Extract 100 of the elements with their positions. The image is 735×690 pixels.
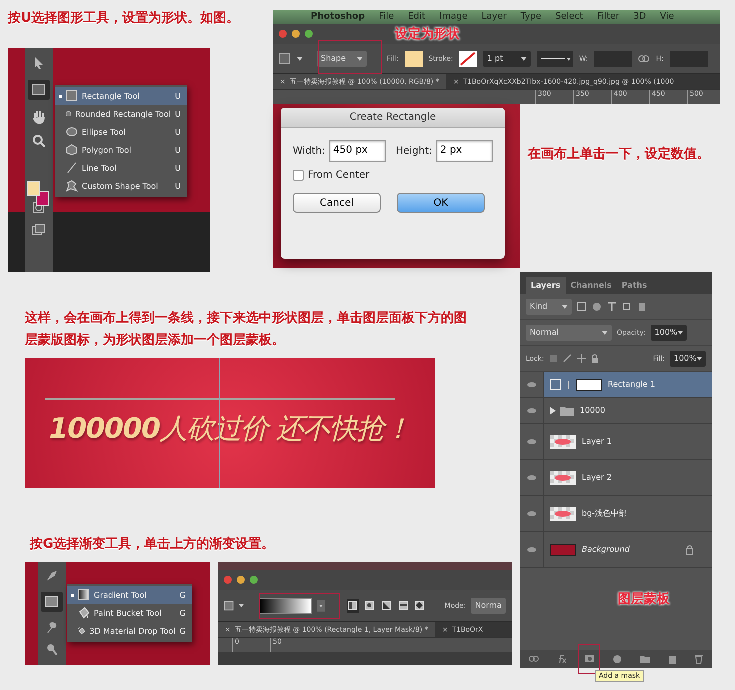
menu-item[interactable]: Edit (408, 10, 426, 24)
close-button[interactable] (224, 576, 232, 584)
hand-icon[interactable] (32, 110, 46, 124)
cancel-button[interactable]: Cancel (293, 193, 381, 213)
layer-row[interactable]: Layer 2 (520, 460, 712, 496)
tool-menu-item[interactable]: Rectangle Tool U (55, 87, 187, 105)
caret-icon (678, 330, 683, 334)
zoom-icon[interactable] (32, 134, 46, 148)
gradient-style-button[interactable] (414, 598, 426, 613)
panel-tab[interactable]: Layers (526, 277, 566, 294)
expand-arrow-icon[interactable] (550, 406, 556, 414)
type-filter-icon[interactable] (607, 302, 617, 312)
panel-tab[interactable]: Paths (616, 277, 652, 294)
tool-menu-item[interactable]: Gradient Tool G (67, 586, 192, 604)
tool-menu-item[interactable]: Polygon Tool U (55, 141, 187, 159)
new-layer-icon[interactable] (668, 654, 677, 664)
checkbox[interactable] (293, 170, 304, 181)
tool-menu-item[interactable]: Rounded Rectangle Tool U (55, 105, 187, 123)
folder-icon[interactable] (640, 655, 650, 663)
move-arrow-icon[interactable] (33, 56, 45, 70)
layer-row[interactable]: Background (520, 532, 712, 568)
adjustment-filter-icon[interactable] (592, 302, 602, 312)
paint-bucket-icon (78, 607, 90, 620)
trash-icon[interactable] (695, 654, 703, 664)
menu-item[interactable]: Filter (597, 10, 620, 24)
stroke-width-dropdown[interactable]: 1 pt (483, 50, 532, 66)
eye-icon[interactable] (526, 382, 536, 388)
layer-row[interactable]: 10000 (520, 398, 712, 424)
menu-item[interactable]: Vie (660, 10, 674, 24)
eye-icon[interactable] (526, 474, 536, 480)
menu-item[interactable]: 3D (634, 10, 646, 24)
smart-object-filter-icon[interactable] (637, 302, 647, 312)
eye-icon[interactable] (526, 438, 536, 444)
adjustment-icon[interactable] (613, 654, 622, 664)
zoom-button[interactable] (305, 30, 313, 38)
menu-item[interactable]: Photoshop (311, 10, 366, 24)
eye-icon[interactable] (526, 546, 536, 552)
width-field[interactable] (594, 50, 632, 66)
height-field[interactable] (670, 50, 708, 66)
eye-icon[interactable] (526, 408, 536, 414)
image-filter-icon[interactable] (577, 302, 587, 312)
screen-mode-icon[interactable] (32, 224, 46, 236)
move-icon[interactable] (577, 354, 586, 363)
close-button[interactable] (279, 30, 287, 38)
line-icon (66, 162, 78, 174)
stroke-style-dropdown[interactable] (537, 50, 574, 66)
fx-icon[interactable] (557, 655, 567, 663)
dodge-icon[interactable] (46, 622, 58, 634)
background-color-swatch[interactable] (36, 191, 49, 206)
minimize-button[interactable] (237, 576, 245, 584)
fill-field[interactable]: 100% (670, 350, 706, 366)
lock-icon[interactable] (591, 354, 600, 363)
mode-dropdown[interactable]: Norma (471, 598, 506, 614)
gradient-tool-icon[interactable] (45, 596, 59, 608)
quick-mask-icon[interactable] (33, 202, 45, 214)
tool-menu-item[interactable]: 3D Material Drop Tool G (67, 622, 192, 640)
panel-tab[interactable]: Channels (566, 277, 617, 294)
filter-dropdown[interactable]: Kind (526, 298, 572, 314)
gradient-tool-icon[interactable] (224, 600, 234, 612)
tool-mode-dropdown[interactable]: Shape (317, 50, 367, 66)
caret-icon (602, 330, 608, 334)
add-mask-icon[interactable] (585, 655, 595, 663)
gradient-preview[interactable] (259, 598, 312, 614)
menu-item[interactable]: Layer (482, 10, 507, 24)
menu-item[interactable]: Image (440, 10, 468, 24)
opacity-field[interactable]: 100% (650, 324, 687, 340)
reflected-gradient-icon (398, 601, 408, 610)
layer-row[interactable]: bg-浅色中部 (520, 496, 712, 532)
tool-menu-item[interactable]: Paint Bucket Tool G (67, 604, 192, 622)
layer-name: Layer 2 (582, 473, 612, 482)
blend-mode-dropdown[interactable]: Normal (526, 324, 612, 340)
gradient-style-button[interactable] (364, 598, 376, 613)
fill-swatch[interactable] (404, 50, 423, 66)
ok-button[interactable]: OK (397, 193, 485, 213)
menu-item[interactable]: File (379, 10, 394, 24)
height-input[interactable]: 2 px (436, 140, 493, 162)
tool-menu-item[interactable]: Custom Shape Tool U (55, 177, 187, 195)
eye-icon[interactable] (526, 510, 536, 516)
menu-item[interactable]: Select (556, 10, 584, 24)
rectangle-tool-icon[interactable] (279, 52, 291, 64)
tool-menu-item[interactable]: Ellipse Tool U (55, 123, 187, 141)
rectangle-tool-icon[interactable] (32, 84, 46, 96)
pen-icon[interactable] (46, 644, 58, 656)
menu-item[interactable]: Type (520, 10, 542, 24)
layer-row[interactable]: Rectangle 1 (520, 372, 712, 398)
gradient-dropdown-button[interactable] (316, 598, 326, 613)
minimize-button[interactable] (292, 30, 300, 38)
zoom-button[interactable] (250, 576, 258, 584)
width-input[interactable]: 450 px (329, 140, 386, 162)
shape-filter-icon[interactable] (622, 302, 632, 312)
brush-icon[interactable] (563, 354, 572, 363)
layer-row[interactable]: Layer 1 (520, 424, 712, 460)
angle-gradient-icon (382, 601, 391, 610)
gradient-style-button[interactable] (380, 598, 392, 613)
gradient-style-button[interactable] (397, 598, 409, 613)
no-stroke-swatch[interactable] (459, 50, 478, 66)
tool-menu-item[interactable]: Line Tool U (55, 159, 187, 177)
rectangle-icon (66, 90, 78, 102)
gradient-style-button[interactable] (346, 598, 359, 613)
smudge-icon[interactable] (46, 570, 58, 582)
